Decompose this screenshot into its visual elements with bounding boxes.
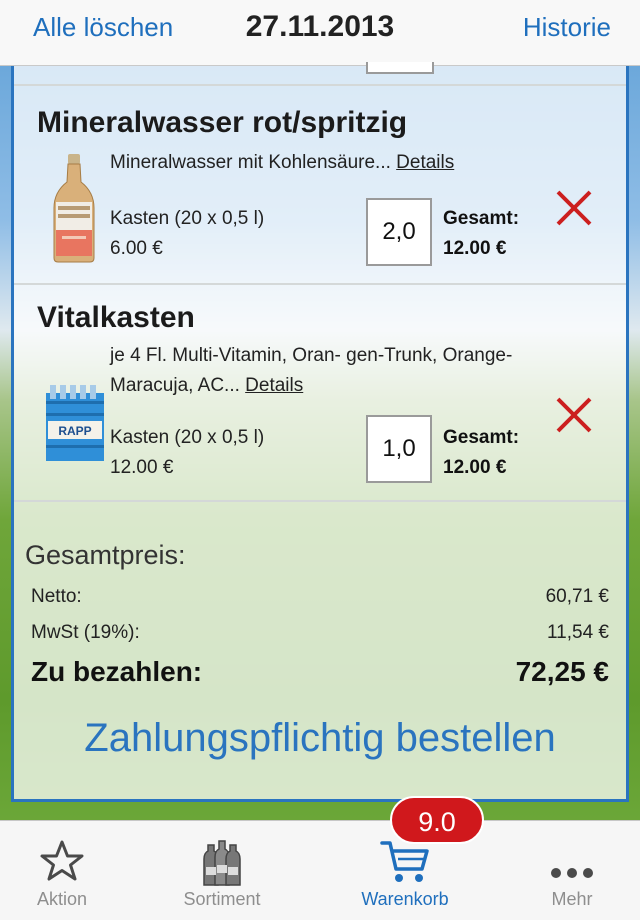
remove-item-button[interactable] (554, 395, 594, 435)
bottle-crate-icon: RAPP (46, 385, 104, 461)
quantity-field[interactable]: 1,0 (366, 415, 432, 483)
cart-badge: 9.0 (390, 796, 484, 844)
previous-quantity-field[interactable] (366, 62, 434, 74)
divider (14, 500, 626, 502)
cart-panel: Mineralwasser rot/spritzig Mineralwasser… (11, 62, 629, 802)
tab-sortiment[interactable]: Sortiment (160, 821, 284, 920)
cart-item: Vitalkasten RAPP je 4 Fl. Multi-Vitamin,… (14, 285, 626, 499)
total-value: 12.00 € (443, 238, 507, 259)
item-unit: Kasten (20 x 0,5 l) (110, 208, 265, 229)
item-price: 12.00 € (110, 457, 174, 478)
tab-label: Mehr (551, 889, 593, 909)
item-description: Mineralwasser mit Kohlensäure... Details (110, 148, 530, 178)
netto-label: Netto: (31, 586, 82, 607)
tab-label: Sortiment (183, 889, 261, 909)
place-order-button[interactable]: Zahlungspflichtig bestellen (14, 716, 626, 761)
item-price: 6.00 € (110, 238, 163, 259)
star-icon (40, 840, 84, 881)
tab-label: Aktion (36, 889, 88, 909)
total-value: 12.00 € (443, 457, 507, 478)
item-unit: Kasten (20 x 0,5 l) (110, 427, 265, 448)
total-label: Gesamt: (443, 208, 520, 229)
item-description-text: je 4 Fl. Multi-Vitamin, Oran- gen-Trunk,… (110, 345, 513, 396)
amount-due-label: Zu bezahlen: (31, 656, 203, 687)
cart-icon (380, 841, 429, 882)
netto-value: 60,71 € (545, 586, 609, 607)
crate-label-text: RAPP (58, 424, 91, 438)
total-price-heading: Gesamtpreis: (25, 540, 186, 570)
quantity-field[interactable]: 2,0 (366, 198, 432, 266)
amount-due-value: 72,25 € (515, 656, 609, 687)
cart-item: Mineralwasser rot/spritzig Mineralwasser… (14, 86, 626, 282)
vat-label: MwSt (19%): (31, 622, 140, 643)
total-label: Gesamt: (443, 427, 520, 448)
item-title: Vitalkasten (37, 301, 195, 334)
item-description-text: Mineralwasser mit Kohlensäure... (110, 152, 391, 173)
more-icon (551, 868, 593, 878)
history-button[interactable]: Historie (523, 12, 611, 43)
item-title: Mineralwasser rot/spritzig (37, 106, 408, 139)
vat-value: 11,54 € (547, 622, 609, 643)
tab-bar: Aktion Sortiment Warenkorb Mehr (0, 820, 640, 920)
bottles-icon (203, 840, 241, 886)
remove-item-button[interactable] (554, 188, 594, 228)
details-link[interactable]: Details (245, 375, 303, 396)
tab-label: Warenkorb (361, 889, 449, 909)
tab-aktion[interactable]: Aktion (0, 821, 124, 920)
nav-bar: Alle löschen 27.11.2013 Historie (0, 0, 640, 66)
mineral-water-bottle-icon (53, 154, 95, 263)
details-link[interactable]: Details (396, 152, 454, 173)
item-description: je 4 Fl. Multi-Vitamin, Oran- gen-Trunk,… (110, 341, 530, 401)
tab-mehr[interactable]: Mehr (520, 821, 624, 920)
